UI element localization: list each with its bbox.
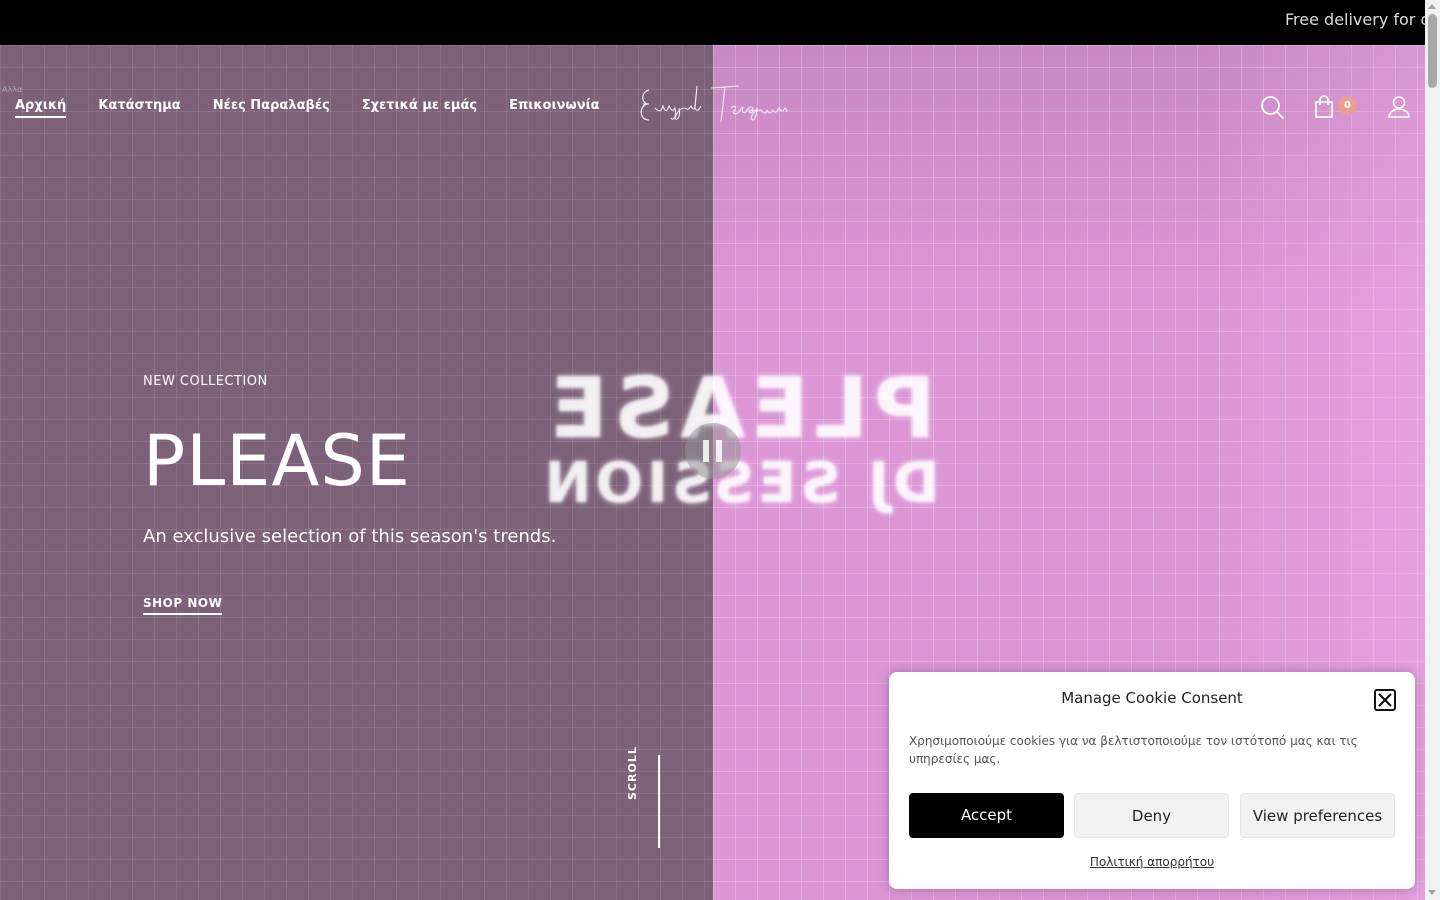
cookie-consent-dialog: Manage Cookie Consent Χρησιμοποιούμε coo… (889, 672, 1415, 889)
hero-title: PLEASE (143, 420, 411, 502)
page-scrollbar[interactable] (1425, 0, 1440, 900)
nav-item-contact[interactable]: Επικοινωνία (509, 98, 599, 118)
pause-icon (703, 440, 709, 462)
nav-item-shop[interactable]: Κατάστημα (98, 98, 180, 118)
nav-item-home[interactable]: Αρχική (15, 98, 67, 118)
scroll-thumb[interactable] (1428, 14, 1437, 88)
pause-button[interactable] (685, 423, 741, 479)
cart-count-badge: 0 (1338, 96, 1357, 115)
scroll-indicator-line (658, 755, 660, 848)
shop-now-button[interactable]: SHOP NOW (143, 596, 223, 615)
search-icon[interactable] (1259, 94, 1285, 120)
hero-subtitle: An exclusive selection of this season's … (143, 526, 557, 547)
accept-button[interactable]: Accept (909, 793, 1064, 838)
nav-item-about[interactable]: Σχετικά με εμάς (362, 98, 477, 118)
cookie-title: Manage Cookie Consent (1061, 689, 1243, 707)
cookie-message: Χρησιμοποιούμε cookies για να βελτιστοπο… (909, 734, 1358, 766)
slider-edge-mark (1416, 858, 1425, 872)
view-preferences-button[interactable]: View preferences (1240, 793, 1395, 838)
nav-item-new-arrivals[interactable]: Νέες Παραλαβές (213, 98, 330, 118)
close-icon[interactable] (1374, 689, 1396, 711)
announcement-text: Free delivery for o (1285, 10, 1431, 29)
privacy-policy-link[interactable]: Πολιτική απορρήτου (889, 855, 1415, 869)
hero-eyebrow: NEW COLLECTION (143, 374, 268, 389)
announcement-bar: Free delivery for o (0, 0, 1440, 45)
user-icon[interactable] (1386, 94, 1412, 120)
scroll-up-arrow-icon[interactable] (1428, 4, 1436, 9)
neon-line-1: PLEASE (544, 359, 936, 457)
scroll-label: SCROLL (626, 746, 639, 800)
shopping-bag-icon[interactable] (1312, 94, 1338, 120)
main-nav: Αρχική Κατάστημα Νέες Παραλαβές Σχετικά … (15, 98, 600, 118)
site-logo[interactable] (635, 82, 795, 130)
deny-button[interactable]: Deny (1074, 793, 1229, 838)
neon-line-2: DJ SESSION (540, 451, 940, 516)
skip-link[interactable]: Αλλα (2, 85, 22, 94)
scroll-down-arrow-icon[interactable] (1428, 890, 1436, 895)
pause-icon-bar (716, 440, 722, 462)
